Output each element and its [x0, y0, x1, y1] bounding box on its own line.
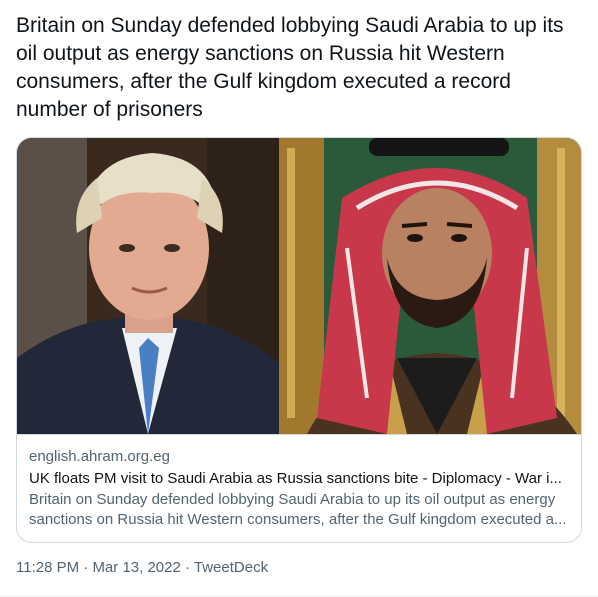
tweet-text: Britain on Sunday defended lobbying Saud…: [16, 14, 564, 121]
card-title[interactable]: UK floats PM visit to Saudi Arabia as Ru…: [29, 469, 569, 489]
card-description: Britain on Sunday defended lobbying Saud…: [29, 491, 567, 528]
card-domain: english.ahram.org.eg: [29, 448, 170, 465]
tweet-date-link[interactable]: Mar 13, 2022: [92, 559, 180, 576]
card-image[interactable]: [17, 138, 581, 434]
tweet-metadata: 11:28 PM · Mar 13, 2022 · TweetDeck: [16, 558, 268, 578]
link-card[interactable]: english.ahram.org.eg UK floats PM visit …: [16, 137, 582, 543]
tweet-source-link[interactable]: TweetDeck: [194, 559, 268, 576]
separator: ·: [79, 559, 93, 576]
tweet-time-link[interactable]: 11:28 PM: [16, 559, 79, 576]
separator: ·: [180, 559, 194, 576]
card-meta[interactable]: english.ahram.org.eg UK floats PM visit …: [17, 434, 581, 530]
